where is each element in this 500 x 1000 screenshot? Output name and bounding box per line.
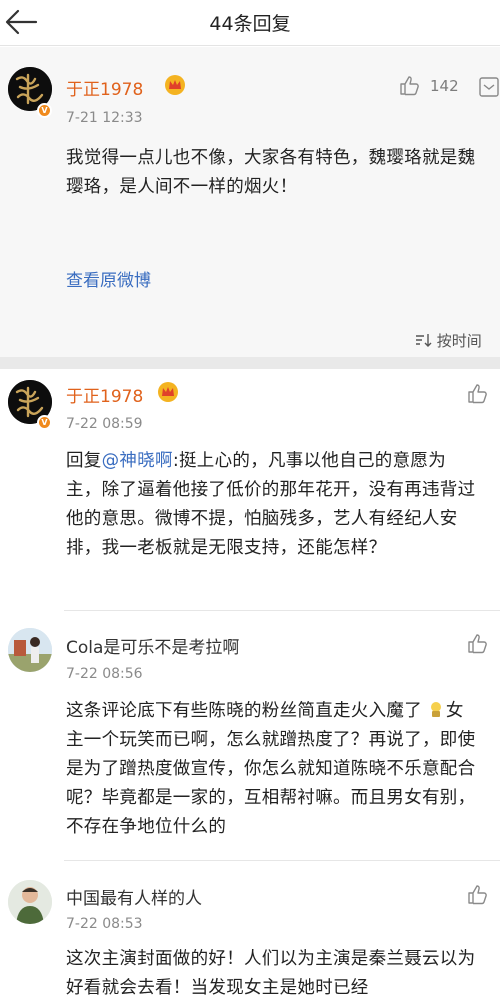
reply-text: 回复@神晓啊:挺上心的，凡事以他自己的意愿为主，除了逼着他接了低价的那年花开，没… <box>66 447 478 563</box>
verified-badge-icon: V <box>37 415 52 430</box>
more-options-icon[interactable] <box>478 76 500 98</box>
reply-username[interactable]: 中国最有人样的人 <box>66 884 202 909</box>
like-count: 142 <box>430 77 459 95</box>
reply-body-line1: 这条评论底下有些陈晓的粉丝简直走火入魔了 <box>66 701 422 721</box>
view-original-weibo-link[interactable]: 查看原微博 <box>66 266 151 291</box>
sort-icon <box>416 334 432 347</box>
reply-time: 7-22 08:59 <box>66 416 143 432</box>
like-icon[interactable] <box>466 382 490 406</box>
mention-link[interactable]: @神晓啊 <box>102 451 173 471</box>
top-bar: 44条回复 <box>0 0 500 46</box>
emoji-icon <box>430 702 441 717</box>
section-gap <box>0 357 500 369</box>
comment-username[interactable]: 于正1978 <box>66 75 143 100</box>
divider <box>64 610 500 611</box>
reply-body-rest: 女主一个玩笑而已啊，怎么就蹭热度了？再说了，即使是为了蹭热度做宣传，你怎么就知道… <box>66 701 476 837</box>
comment-text: 我觉得一点儿也不像，大家各有特色，魏璎珞就是魏璎珞，是人间不一样的烟火！ <box>66 148 476 197</box>
reply-time: 7-22 08:53 <box>66 916 143 932</box>
avatar[interactable] <box>8 880 52 924</box>
user-photo-icon <box>8 628 52 672</box>
reply-time: 7-22 08:56 <box>66 666 143 682</box>
like-icon[interactable] <box>398 74 422 98</box>
comment-time: 7-21 12:33 <box>66 110 143 126</box>
page-title: 44条回复 <box>209 13 291 35</box>
reply-text: 这条评论底下有些陈晓的粉丝简直走火入魔了 女主一个玩笑而已啊，怎么就蹭热度了？再… <box>66 697 478 842</box>
reply-username[interactable]: 于正1978 <box>66 382 143 407</box>
reply-text: 这次主演封面做的好！人们以为主演是秦兰聂云以为好看就会去看！当发现女主是她时已经 <box>66 949 476 998</box>
user-photo-icon <box>8 880 52 924</box>
verified-badge-icon: V <box>37 103 52 118</box>
reply-username[interactable]: Cola是可乐不是考拉啊 <box>66 633 239 658</box>
sort-by-time-button[interactable]: 按时间 <box>414 330 482 351</box>
divider <box>64 860 500 861</box>
sort-label: 按时间 <box>436 332 482 350</box>
like-icon[interactable] <box>466 883 490 907</box>
like-icon[interactable] <box>466 632 490 656</box>
vip-crown-icon <box>165 75 185 95</box>
avatar[interactable] <box>8 628 52 672</box>
reply-prefix: 回复 <box>66 451 102 471</box>
vip-crown-icon <box>158 382 178 402</box>
